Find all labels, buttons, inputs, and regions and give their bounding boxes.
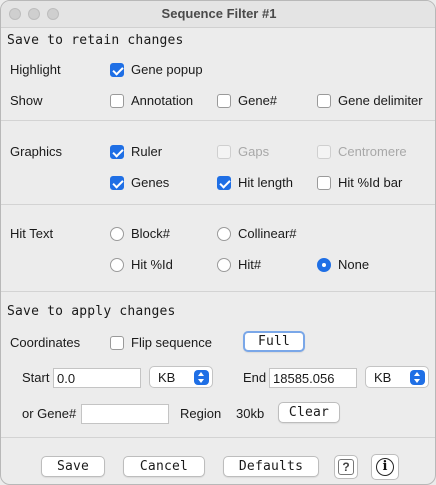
hit-length-label: Hit length	[238, 175, 293, 190]
checkbox-icon[interactable]	[110, 335, 124, 350]
hit-text-label: Hit Text	[10, 226, 54, 241]
show-label: Show	[10, 93, 43, 108]
checkbox-disabled-icon	[217, 144, 231, 159]
gaps-label: Gaps	[238, 144, 270, 159]
ruler-label: Ruler	[131, 144, 163, 159]
region-value: 30kb	[236, 406, 265, 421]
centromere-checkbox: Centromere	[317, 144, 407, 160]
defaults-button[interactable]: Defaults	[223, 456, 319, 477]
hit-text-option-hit-pctid[interactable]: Hit %Id	[110, 257, 173, 273]
gaps-checkbox: Gaps	[217, 144, 269, 160]
option-label: Hit %Id	[131, 257, 173, 272]
region-label: Region	[180, 406, 222, 421]
divider	[1, 291, 435, 292]
genes-checkbox[interactable]: Genes	[110, 175, 169, 191]
save-button[interactable]: Save	[41, 456, 105, 477]
graphics-label: Graphics	[10, 144, 63, 159]
window-title: Sequence Filter #1	[161, 6, 277, 21]
info-icon: i	[376, 458, 394, 476]
sequence-filter-window: Sequence Filter #1 Save to retain change…	[0, 0, 436, 485]
question-mark-icon: ?	[338, 459, 354, 475]
annotation-label: Annotation	[131, 93, 194, 108]
hit-text-option-hit-number[interactable]: Hit#	[217, 257, 261, 273]
flip-sequence-label: Flip sequence	[131, 335, 212, 350]
radio-icon[interactable]	[217, 257, 231, 272]
ruler-checkbox[interactable]: Ruler	[110, 144, 162, 160]
clear-button[interactable]: Clear	[278, 402, 340, 423]
radio-icon[interactable]	[217, 226, 231, 241]
radio-selected-icon[interactable]	[317, 257, 331, 272]
checkbox-icon[interactable]	[317, 93, 331, 108]
radio-icon[interactable]	[110, 257, 124, 272]
end-label: End	[243, 370, 267, 385]
apply-heading: Save to apply changes	[7, 304, 176, 319]
checkbox-icon[interactable]	[317, 175, 331, 190]
flip-sequence-checkbox[interactable]: Flip sequence	[110, 335, 212, 351]
hit-text-option-none[interactable]: None	[317, 257, 369, 273]
gene-popup-label: Gene popup	[131, 62, 203, 77]
checkbox-checked-icon[interactable]	[110, 144, 124, 159]
start-unit-value: KB	[158, 370, 176, 385]
gene-label: or Gene#	[22, 406, 77, 421]
end-unit-value: KB	[374, 370, 392, 385]
checkbox-icon[interactable]	[217, 93, 231, 108]
hit-text-option-block[interactable]: Block#	[110, 226, 170, 242]
radio-icon[interactable]	[110, 226, 124, 241]
hit-length-checkbox[interactable]: Hit length	[217, 175, 293, 191]
divider	[1, 437, 435, 438]
hit-pctid-bar-label: Hit %Id bar	[338, 175, 403, 190]
gene-number-checkbox[interactable]: Gene#	[217, 93, 277, 109]
start-unit-select[interactable]: KB	[149, 366, 213, 388]
updown-chevron-icon	[410, 370, 425, 385]
checkbox-checked-icon[interactable]	[110, 175, 124, 190]
option-label: None	[338, 257, 370, 272]
genes-label: Genes	[131, 175, 170, 190]
start-label: Start	[22, 370, 50, 385]
gene-input[interactable]	[81, 404, 169, 424]
gene-delimiter-checkbox[interactable]: Gene delimiter	[317, 93, 423, 109]
hit-pctid-bar-checkbox[interactable]: Hit %Id bar	[317, 175, 402, 191]
end-input[interactable]: 18585.056	[269, 368, 357, 388]
option-label: Hit#	[238, 257, 262, 272]
checkbox-checked-icon[interactable]	[110, 62, 124, 77]
retain-heading: Save to retain changes	[7, 33, 184, 48]
full-button[interactable]: Full	[243, 331, 305, 352]
gene-delimiter-label: Gene delimiter	[338, 93, 423, 108]
divider	[1, 204, 435, 205]
checkbox-disabled-icon	[317, 144, 331, 159]
annotation-checkbox[interactable]: Annotation	[110, 93, 193, 109]
cancel-button[interactable]: Cancel	[123, 456, 205, 477]
option-label: Collinear#	[238, 226, 297, 241]
start-input[interactable]: 0.0	[53, 368, 141, 388]
info-button[interactable]: i	[371, 454, 399, 480]
help-button[interactable]: ?	[334, 455, 358, 479]
updown-chevron-icon	[194, 370, 209, 385]
option-label: Block#	[131, 226, 171, 241]
highlight-label: Highlight	[10, 62, 61, 77]
hit-text-option-collinear[interactable]: Collinear#	[217, 226, 297, 242]
divider	[1, 120, 435, 121]
checkbox-icon[interactable]	[110, 93, 124, 108]
gene-popup-checkbox[interactable]: Gene popup	[110, 62, 203, 78]
coordinates-label: Coordinates	[10, 335, 81, 350]
end-unit-select[interactable]: KB	[365, 366, 429, 388]
gene-number-label: Gene#	[238, 93, 278, 108]
title-bar: Sequence Filter #1	[1, 1, 435, 28]
centromere-label: Centromere	[338, 144, 407, 159]
checkbox-checked-icon[interactable]	[217, 175, 231, 190]
